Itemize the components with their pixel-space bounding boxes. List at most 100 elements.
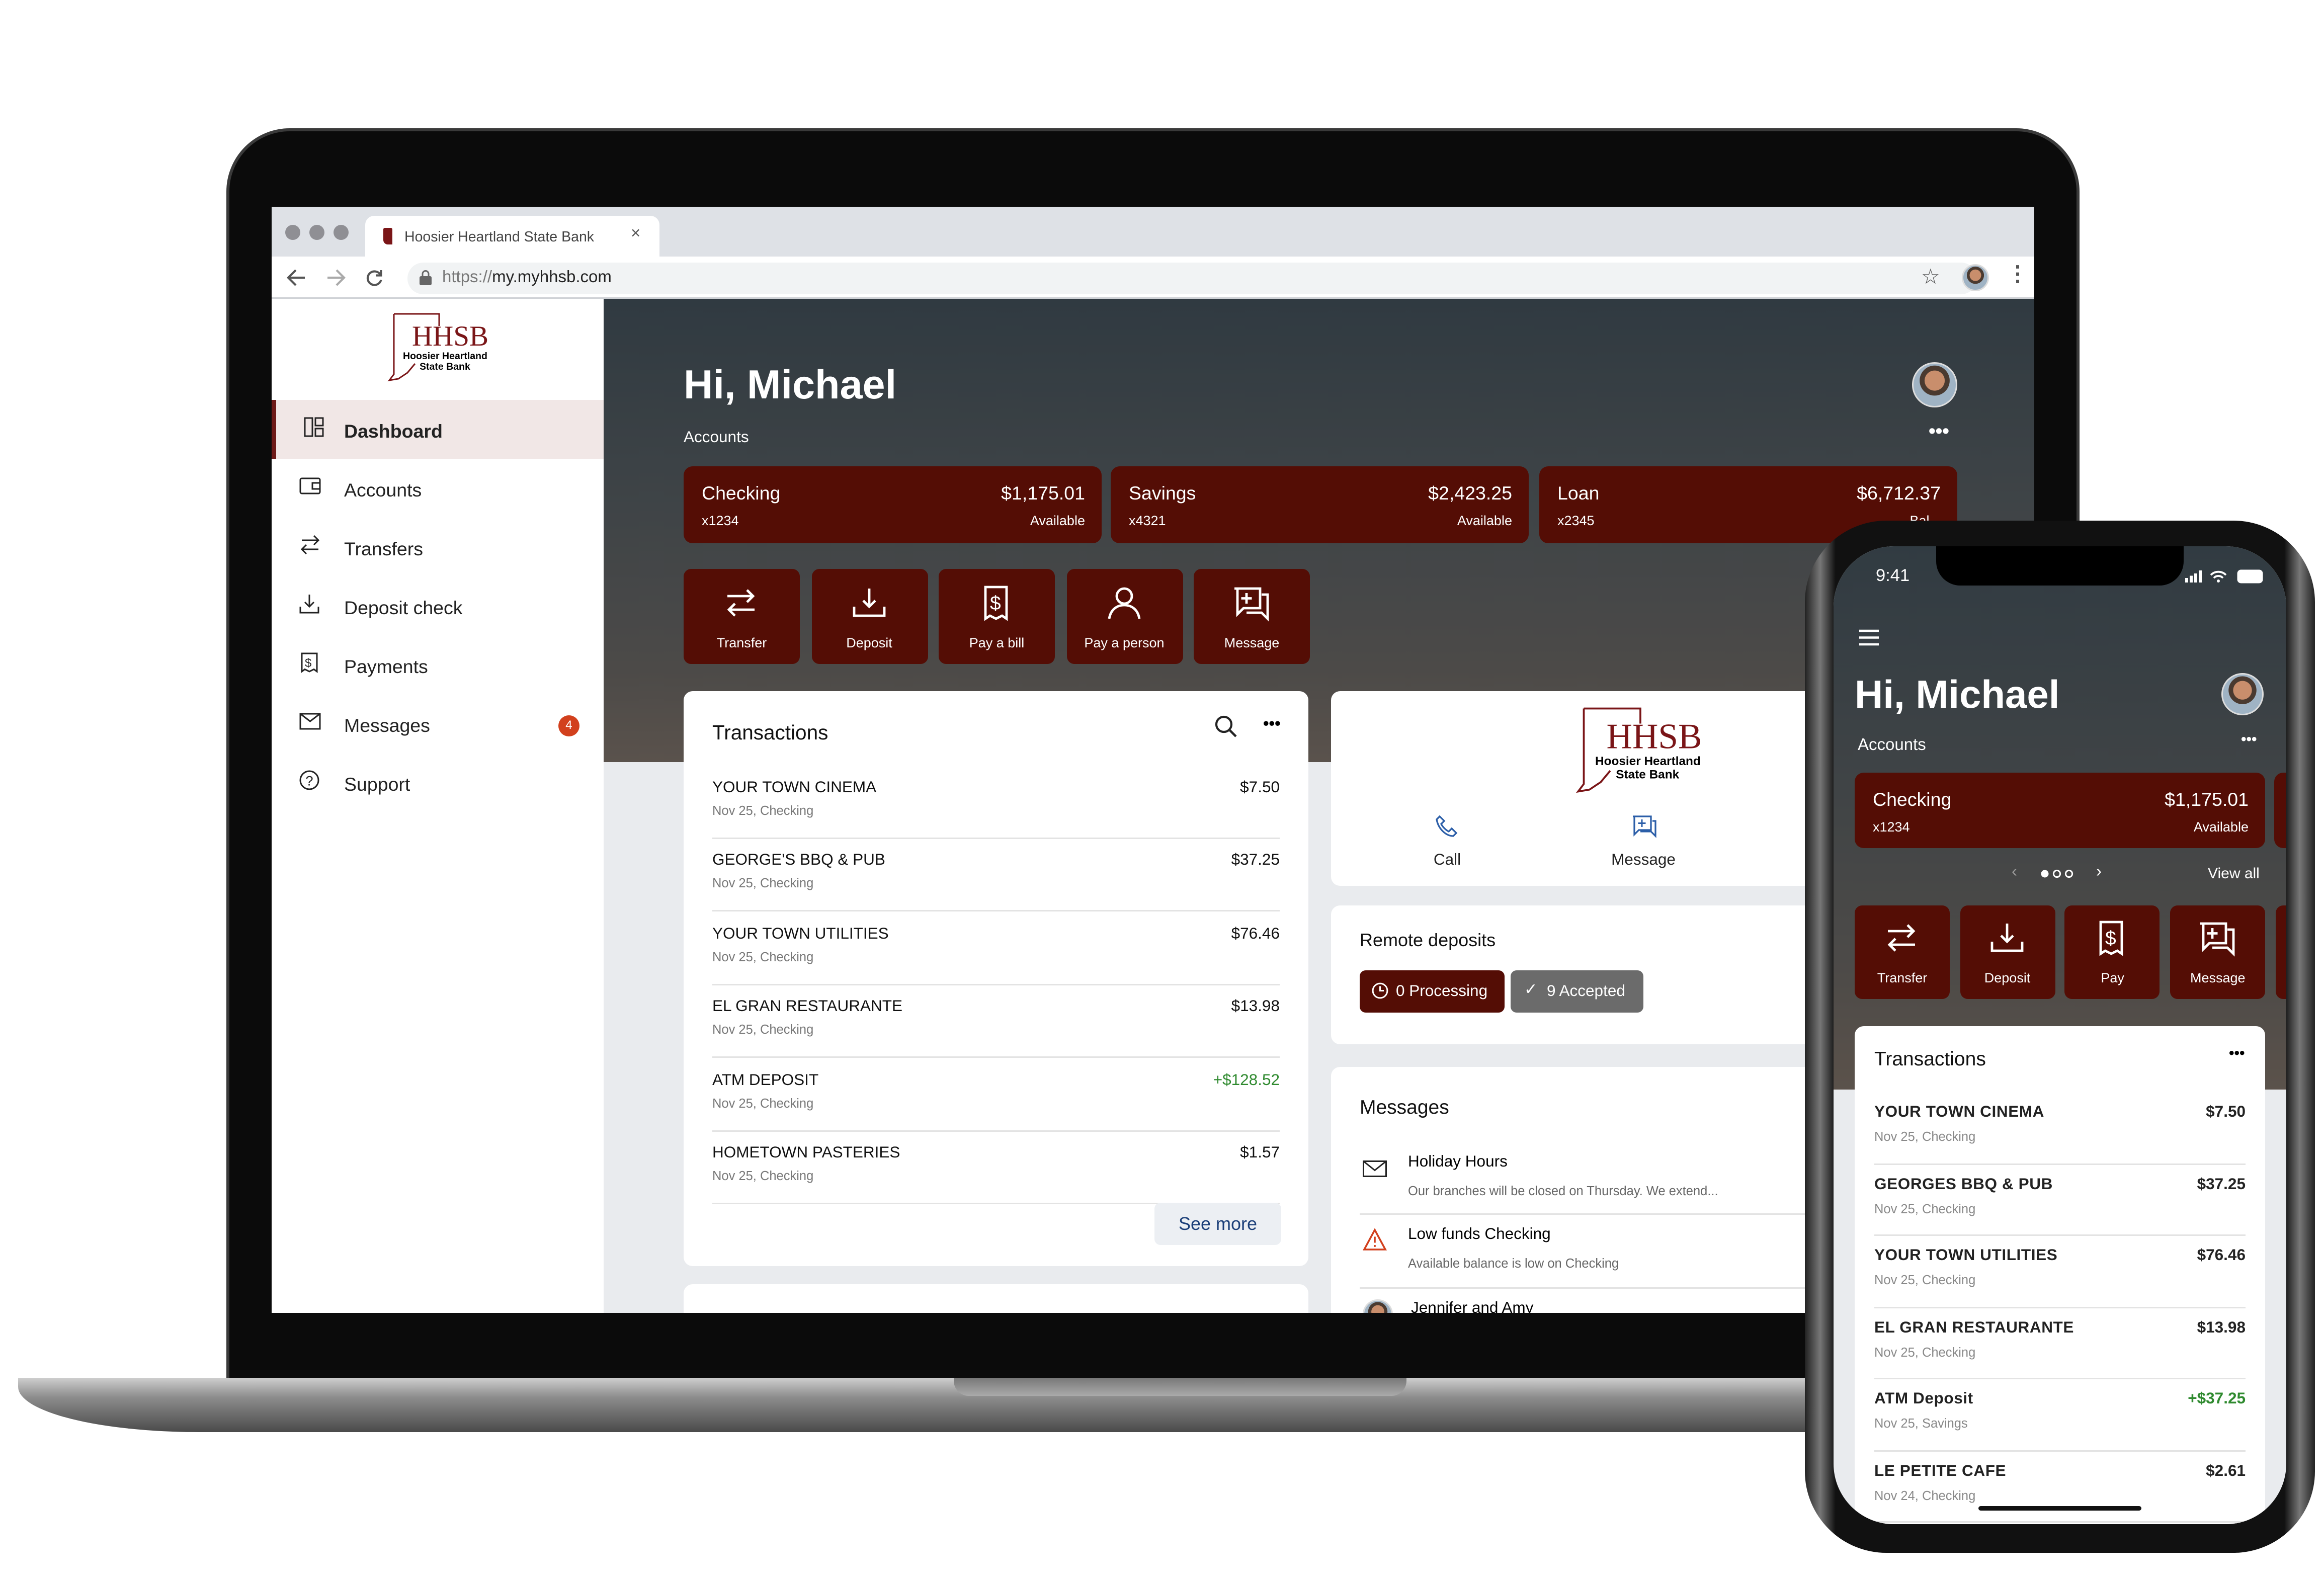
phone-action-pay-button[interactable]: $ Pay <box>2065 905 2161 999</box>
envelope-icon <box>1363 1160 1387 1177</box>
message-bank-button[interactable]: Message <box>1598 815 1689 869</box>
action-deposit-button[interactable]: Deposit <box>811 569 928 664</box>
account-number: x1234 <box>702 513 739 528</box>
phone-action-transfer-button[interactable]: Transfer <box>1855 905 1950 999</box>
action-transfer-button[interactable]: Transfer <box>684 569 800 664</box>
transfer-icon <box>300 535 320 555</box>
window-close-dot[interactable] <box>285 225 300 240</box>
messages-card: Messages Holiday Hours Our branches will… <box>1331 1067 1829 1313</box>
hamburger-menu-icon[interactable] <box>1859 629 1880 646</box>
clock-icon <box>1372 982 1388 999</box>
view-all-link[interactable]: View all <box>2208 866 2260 883</box>
transaction-row[interactable]: ATM DEPOSIT Nov 25, Checking +$128.52 <box>712 1059 1280 1131</box>
sidebar: HHSB Hoosier Heartland State Bank Dashbo… <box>272 299 604 1313</box>
processing-button[interactable]: 0 Processing <box>1360 970 1505 1013</box>
transaction-amount: +$37.25 <box>2188 1390 2246 1408</box>
bookmark-star-icon[interactable]: ☆ <box>1921 264 1940 290</box>
sidebar-item-messages[interactable]: Messages 4 <box>272 694 604 753</box>
svg-text:?: ? <box>306 774 313 789</box>
url-field[interactable]: https://my.myhhsb.com <box>407 263 1977 294</box>
url-host: my.myhhsb.com <box>492 269 612 287</box>
transaction-row[interactable]: EL GRAN RESTAURANTE Nov 25, Checking $13.9… <box>712 986 1280 1058</box>
pager-prev-icon[interactable]: ‹ <box>2012 863 2017 881</box>
browser-tab[interactable]: Hoosier Heartland State Bank × <box>365 216 659 257</box>
accounts-label: Accounts <box>684 429 749 447</box>
transactions-more-icon[interactable]: ••• <box>1263 715 1281 733</box>
transaction-row[interactable]: HOMETOWN PASTERIES Nov 25, Checking $1.57 <box>712 1132 1280 1204</box>
pager-next-icon[interactable]: › <box>2096 863 2102 881</box>
user-avatar[interactable] <box>1912 362 1957 407</box>
call-button[interactable]: Call <box>1409 815 1485 869</box>
phone-transaction-row[interactable]: EL GRAN RESTAURANTE Nov 25, Checking $13.9… <box>1874 1308 2246 1379</box>
action-message-button[interactable]: Message <box>1194 569 1310 664</box>
phone-transaction-row[interactable]: LE PETITE CAFE Nov 24, Checking $2.61 <box>1874 1451 2246 1523</box>
reload-icon[interactable] <box>365 269 383 287</box>
transaction-amount: $1.57 <box>1240 1144 1280 1162</box>
accepted-button[interactable]: ✓ 9 Accepted <box>1511 970 1643 1013</box>
pager-dots[interactable] <box>2040 869 2077 878</box>
phone-screen: 9:41 Hi, Michael Accounts ••• Checking x… <box>1834 546 2286 1524</box>
phone-transaction-row[interactable]: ATM Deposit Nov 25, Savings +$37.25 <box>1874 1379 2246 1451</box>
transaction-merchant: HOMETOWN PASTERIES <box>712 1144 900 1162</box>
transaction-detail: Nov 25, Checking <box>712 949 814 964</box>
sidebar-item-accounts[interactable]: Accounts <box>272 459 604 518</box>
transfer-icon <box>1887 924 1916 952</box>
phone-transaction-row[interactable]: YOUR TOWN UTILITIES Nov 25, Checking $76.4… <box>1874 1236 2246 1308</box>
browser-menu-icon[interactable]: ⋮ <box>2007 261 2028 287</box>
svg-text:$: $ <box>2106 928 2117 949</box>
phone-accounts-more-icon[interactable]: ••• <box>2241 732 2257 749</box>
transaction-amount: $13.98 <box>2197 1318 2246 1337</box>
action-pay-a-person-button[interactable]: Pay a person <box>1066 569 1183 664</box>
account-number: x1234 <box>1873 819 1910 835</box>
greeting: Hi, Michael <box>684 362 897 407</box>
message-title: Low funds Checking <box>1408 1225 1551 1243</box>
sidebar-item-label: Deposit check <box>344 598 463 619</box>
phone-transactions-more-icon[interactable]: ••• <box>2229 1046 2245 1062</box>
wallet-icon <box>299 477 321 494</box>
sidebar-item-transfers[interactable]: Transfers <box>272 518 604 576</box>
transaction-amount: $37.25 <box>1231 852 1280 870</box>
phone-transaction-row[interactable]: YOUR TOWN CINEMA Nov 25, Checking $7.50 <box>1874 1093 2246 1165</box>
action-label: Message <box>2190 970 2246 985</box>
forward-icon[interactable] <box>326 269 346 287</box>
transaction-amount: $76.46 <box>2197 1246 2246 1265</box>
phone-transaction-row[interactable]: GEORGES BBQ & PUB Nov 25, Checking $37.25 <box>1874 1165 2246 1236</box>
transaction-merchant: ATM DEPOSIT <box>712 1070 819 1089</box>
sidebar-item-dashboard[interactable]: Dashboard <box>272 400 604 459</box>
see-more-button[interactable]: See more <box>1154 1203 1281 1245</box>
phone-action-deposit-button[interactable]: Deposit <box>1960 905 2055 999</box>
message-title: Jennifer and Amy <box>1411 1299 1534 1313</box>
accounts-more-icon[interactable]: ••• <box>1929 420 1949 442</box>
transaction-row[interactable]: GEORGE'S BBQ & PUB Nov 25, Checking $37.25 <box>712 840 1280 912</box>
search-icon[interactable] <box>1215 715 1237 738</box>
browser-profile-avatar[interactable] <box>1962 264 1989 291</box>
transaction-detail: Nov 25, Checking <box>1874 1272 1976 1287</box>
message-item[interactable]: Holiday Hours Our branches will be close… <box>1360 1142 1812 1215</box>
phone-user-avatar[interactable] <box>2221 673 2264 715</box>
transaction-amount: $7.50 <box>1240 779 1280 797</box>
phone-transactions-title: Transactions <box>1874 1047 1986 1070</box>
phone-action-more-button[interactable] <box>2276 905 2286 999</box>
action-pay-a-bill-button[interactable]: $ Pay a bill <box>939 569 1055 664</box>
sidebar-item-payments[interactable]: $ Payments <box>272 635 604 694</box>
phone-action-message-button[interactable]: Message <box>2170 905 2266 999</box>
status-icons <box>2185 569 2263 584</box>
window-maximize-dot[interactable] <box>334 225 349 240</box>
account-card-checking[interactable]: Checking x1234 $1,175.01 Available <box>684 466 1102 543</box>
phone-next-account-card[interactable] <box>2274 773 2286 848</box>
sidebar-item-deposit-check[interactable]: Deposit check <box>272 576 604 635</box>
account-balance: $1,175.01 <box>1001 483 1085 504</box>
transaction-row[interactable]: YOUR TOWN CINEMA Nov 25, Checking $7.50 <box>712 767 1280 839</box>
home-indicator[interactable] <box>1978 1506 2141 1511</box>
message-item[interactable]: Jennifer and Amy <box>1360 1295 1812 1313</box>
account-number: x2345 <box>1557 513 1595 528</box>
sidebar-item-support[interactable]: ? Support <box>272 753 604 812</box>
window-minimize-dot[interactable] <box>309 225 324 240</box>
account-card-savings[interactable]: Savings x4321 $2,423.25 Available <box>1111 466 1529 543</box>
phone-account-card[interactable]: Checking x1234 $1,175.01 Available <box>1855 773 2265 848</box>
tab-close-icon[interactable]: × <box>631 225 640 243</box>
transaction-row[interactable]: YOUR TOWN UTILITIES Nov 25, Checking $76.4… <box>712 912 1280 985</box>
message-item[interactable]: Low funds Checking Available balance is … <box>1360 1216 1812 1289</box>
back-icon[interactable] <box>287 269 306 287</box>
favicon-icon <box>383 228 392 244</box>
